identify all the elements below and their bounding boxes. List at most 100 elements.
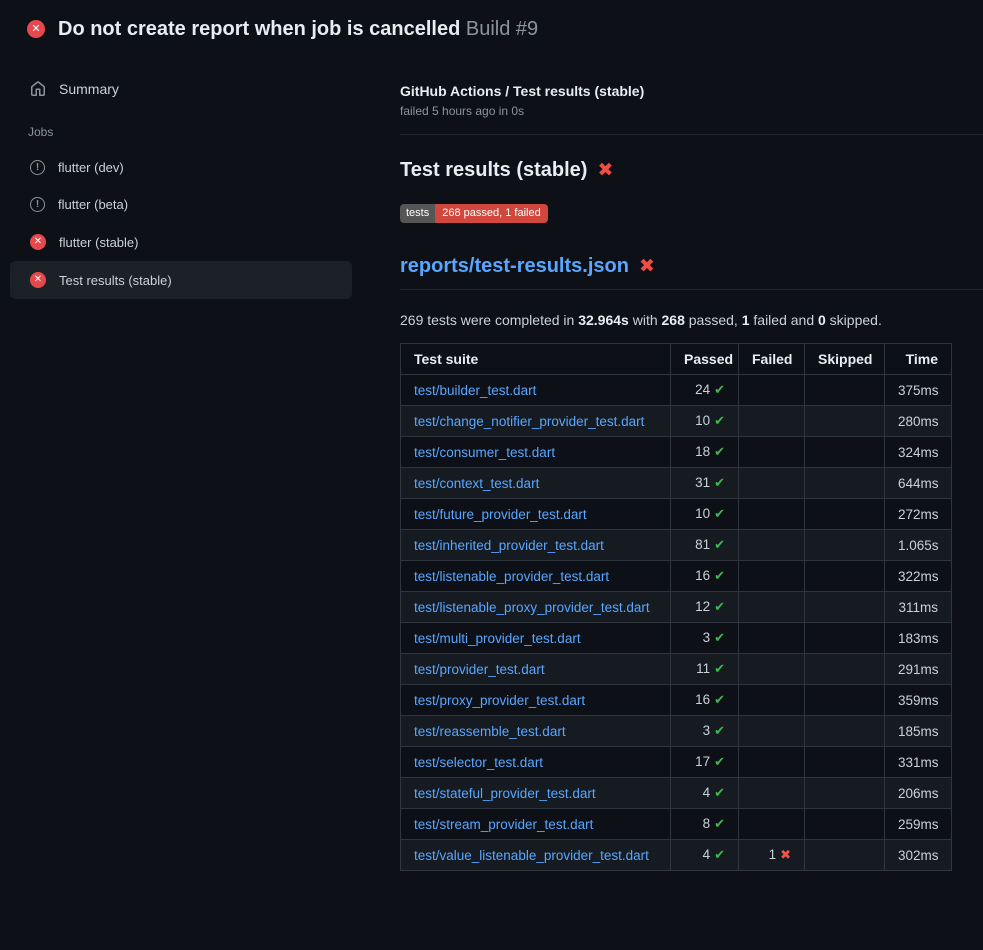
time-cell: 206ms: [885, 778, 952, 809]
skipped-cell: [805, 685, 885, 716]
skipped-cell: [805, 406, 885, 437]
test-suite-cell: test/future_provider_test.dart: [401, 499, 671, 530]
test-suite-link[interactable]: test/selector_test.dart: [414, 755, 543, 770]
passed-cell: 18 ✔: [671, 437, 739, 468]
summary-text: 269 tests were completed in: [400, 312, 578, 328]
time-cell: 183ms: [885, 623, 952, 654]
test-suite-link[interactable]: test/provider_test.dart: [414, 662, 545, 677]
sidebar-job-test-results-stable[interactable]: ✕Test results (stable): [10, 261, 352, 299]
passed-cell: 17✔: [671, 747, 739, 778]
skipped-cell: [805, 561, 885, 592]
neutral-status-icon: !: [30, 197, 45, 212]
table-row: test/consumer_test.dart 18 ✔ 324ms: [401, 437, 952, 468]
test-suite-link[interactable]: test/inherited_provider_test.dart: [414, 538, 604, 553]
test-suite-link[interactable]: test/context_test.dart: [414, 476, 539, 491]
passed-cell-value: 16: [695, 568, 710, 583]
table-row: test/stateful_provider_test.dart 4✔ 206ms: [401, 778, 952, 809]
failed-cell: [739, 778, 805, 809]
test-suite-cell: test/multi_provider_test.dart: [401, 623, 671, 654]
table-row: test/change_notifier_provider_test.dart1…: [401, 406, 952, 437]
check-icon: ✔: [714, 382, 725, 397]
passed-cell: 4✔: [671, 778, 739, 809]
test-suite-cell: test/provider_test.dart: [401, 654, 671, 685]
check-icon: ✔: [714, 568, 725, 583]
test-suite-link[interactable]: test/listenable_proxy_provider_test.dart: [414, 600, 650, 615]
test-suite-link[interactable]: test/stream_provider_test.dart: [414, 817, 593, 832]
passed-cell: 12✔: [671, 592, 739, 623]
table-row: test/reassemble_test.dart3✔185ms: [401, 716, 952, 747]
test-suite-link[interactable]: test/proxy_provider_test.dart: [414, 693, 585, 708]
sidebar-summary-label: Summary: [59, 81, 119, 97]
passed-cell-value: 3: [703, 723, 711, 738]
time-cell: 280ms: [885, 406, 952, 437]
test-suite-cell: test/builder_test.dart: [401, 375, 671, 406]
table-body: test/builder_test.dart24✔375mstest/chang…: [401, 375, 952, 871]
test-suite-link[interactable]: test/multi_provider_test.dart: [414, 631, 581, 646]
skipped-cell: [805, 623, 885, 654]
column-header-test-suite: Test suite: [401, 344, 671, 375]
skipped-cell: [805, 778, 885, 809]
fail-x-icon: ✖: [780, 847, 791, 862]
passed-cell-value: 11: [696, 661, 710, 676]
sidebar-job-flutter-stable[interactable]: ✕flutter (stable): [10, 223, 352, 261]
test-suite-link[interactable]: test/change_notifier_provider_test.dart: [414, 414, 644, 429]
test-suite-link[interactable]: test/future_provider_test.dart: [414, 507, 587, 522]
time-cell: 359ms: [885, 685, 952, 716]
failed-cell: [739, 375, 805, 406]
test-results-table: Test suite Passed Failed Skipped Time te…: [400, 343, 952, 871]
passed-cell: 81✔: [671, 530, 739, 561]
summary-text: with: [629, 312, 662, 328]
sidebar-job-flutter-beta[interactable]: !flutter (beta): [10, 186, 352, 223]
time-cell: 644ms: [885, 468, 952, 499]
run-title: Do not create report when job is cancell…: [58, 18, 460, 40]
failed-cell: [739, 437, 805, 468]
tests-summary-line: 269 tests were completed in 32.964s with…: [400, 312, 983, 328]
summary-duration: 32.964s: [578, 312, 629, 328]
report-file-link[interactable]: reports/test-results.json: [400, 255, 629, 278]
check-title-text: Test results (stable): [400, 159, 587, 182]
test-suite-link[interactable]: test/builder_test.dart: [414, 383, 536, 398]
passed-cell-value: 24: [695, 382, 710, 397]
passed-cell-value: 4: [703, 847, 711, 862]
failed-cell-value: 1: [769, 847, 777, 862]
failed-cell: [739, 406, 805, 437]
check-icon: ✔: [714, 599, 725, 614]
test-suite-cell: test/value_listenable_provider_test.dart: [401, 840, 671, 871]
table-row: test/proxy_provider_test.dart16✔359ms: [401, 685, 952, 716]
run-title-line: Do not create report when job is cancell…: [58, 17, 538, 41]
test-suite-link[interactable]: test/listenable_provider_test.dart: [414, 569, 609, 584]
table-row: test/multi_provider_test.dart3✔183ms: [401, 623, 952, 654]
check-icon: ✔: [714, 444, 725, 459]
passed-cell-value: 81: [695, 537, 710, 552]
table-row: test/context_test.dart 31✔ 644ms: [401, 468, 952, 499]
job-label: flutter (stable): [59, 235, 138, 250]
sidebar: Summary Jobs !flutter (dev)!flutter (bet…: [0, 53, 392, 299]
skipped-cell: [805, 809, 885, 840]
test-suite-link[interactable]: test/consumer_test.dart: [414, 445, 555, 460]
time-cell: 375ms: [885, 375, 952, 406]
failed-cell: [739, 561, 805, 592]
skipped-cell: [805, 747, 885, 778]
failed-cell: [739, 716, 805, 747]
skipped-cell: [805, 468, 885, 499]
time-cell: 331ms: [885, 747, 952, 778]
passed-cell-value: 18: [695, 444, 710, 459]
time-cell: 324ms: [885, 437, 952, 468]
skipped-cell: [805, 375, 885, 406]
passed-cell: 31✔: [671, 468, 739, 499]
test-suite-link[interactable]: test/value_listenable_provider_test.dart: [414, 848, 649, 863]
test-suite-cell: test/listenable_proxy_provider_test.dart: [401, 592, 671, 623]
job-label: flutter (dev): [58, 160, 124, 175]
check-icon: ✔: [714, 506, 725, 521]
sidebar-job-flutter-dev[interactable]: !flutter (dev): [10, 149, 352, 186]
table-row: test/listenable_provider_test.dart16✔322…: [401, 561, 952, 592]
table-row: test/stream_provider_test.dart8✔259ms: [401, 809, 952, 840]
main-content: GitHub Actions / Test results (stable) f…: [392, 53, 983, 871]
test-suite-link[interactable]: test/stateful_provider_test.dart: [414, 786, 596, 801]
table-row: test/value_listenable_provider_test.dart…: [401, 840, 952, 871]
failed-cell: [739, 809, 805, 840]
check-icon: ✔: [714, 661, 725, 676]
tests-badge: tests 268 passed, 1 failed: [400, 204, 548, 223]
sidebar-item-summary[interactable]: Summary: [10, 71, 392, 107]
test-suite-link[interactable]: test/reassemble_test.dart: [414, 724, 566, 739]
